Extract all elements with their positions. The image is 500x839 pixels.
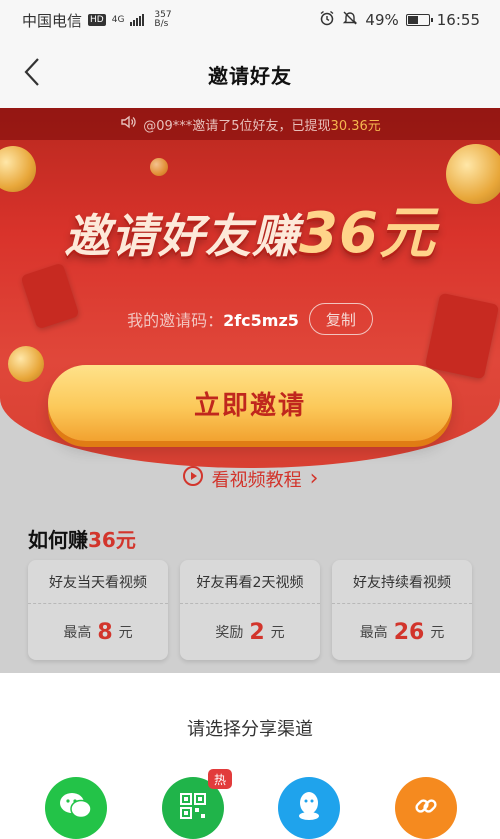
battery-fill [407,16,418,24]
coin-decoration [150,158,168,176]
ticker-bar: @09***邀请了5位好友，已提现 30.36元 [0,108,500,140]
qq-icon [296,790,322,826]
share-sheet: 请选择分享渠道 热 [0,673,500,839]
speaker-icon [119,113,137,135]
mute-icon [342,10,358,30]
earn-cards: 好友当天看视频 最高 8 元 好友再看2天视频 奖励 2 元 好友持续看视频 最… [28,560,472,660]
reward-label: 最高 [63,625,92,641]
chevron-left-icon [22,56,42,92]
clock: 16:55 [436,11,480,29]
earn-title-text: 如何赚 [28,528,88,552]
earn-card: 好友当天看视频 最高 8 元 [28,560,168,660]
ticker-amount: 30.36元 [330,118,381,134]
share-qrcode-button[interactable]: 热 [162,769,232,839]
reward-unit: 元 [430,625,445,641]
hd-badge: HD [88,14,106,26]
earn-title-amount: 36元 [88,528,136,552]
wechat-icon [58,791,94,825]
battery-percent: 49% [365,11,399,29]
reward-unit: 元 [270,625,285,641]
earn-card-reward: 最高 8 元 [28,604,168,660]
alarm-icon [319,10,335,30]
reward-label: 奖励 [215,625,244,641]
earn-card-condition: 好友再看2天视频 [180,560,320,604]
code-label-text: 我的邀请码： [127,311,224,330]
ticker-text: @09***邀请了5位好友，已提现 [143,118,331,134]
play-circle-icon [182,465,204,492]
network-type: 4G [111,15,125,25]
reward-amount: 26 [393,619,425,645]
earn-card-condition: 好友持续看视频 [332,560,472,604]
share-sheet-title: 请选择分享渠道 [187,719,313,740]
video-tutorial-link[interactable]: 看视频教程 › [0,465,500,492]
status-bar: 中国电信 HD 4G 357 B/s 49% 16:55 [0,0,500,40]
status-left: 中国电信 HD 4G 357 B/s [22,10,172,31]
page-title: 邀请好友 [208,63,292,88]
link-icon [412,792,440,824]
how-to-earn-title: 如何赚36元 [28,524,136,553]
video-link-label: 看视频教程 [211,469,302,491]
network-speed: 357 B/s [154,11,171,29]
invite-now-button[interactable]: 立即邀请 [48,365,452,441]
invite-hero: @09***邀请了5位好友，已提现 30.36元 邀请好友赚36元 我的邀请码：2… [0,108,500,673]
hot-badge: 热 [208,769,232,789]
signal-icon [130,14,145,26]
reward-label: 最高 [359,625,388,641]
reward-unit: 元 [118,625,133,641]
earn-card-reward: 最高 26 元 [332,604,472,660]
share-link-button[interactable] [395,777,457,839]
headline: 邀请好友赚36元 [0,188,500,269]
earn-card-condition: 好友当天看视频 [28,560,168,604]
invite-code-row: 我的邀请码：2fc5mz5 复制 [0,303,500,335]
earn-card: 好友再看2天视频 奖励 2 元 [180,560,320,660]
nav-bar: 邀请好友 [0,40,500,108]
headline-amount: 36元 [299,201,436,266]
invite-code-value[interactable]: 2fc5mz5 [223,311,299,330]
back-button[interactable] [14,56,50,92]
qrcode-icon [179,792,207,824]
battery-icon [405,14,433,26]
speed-unit: B/s [154,19,169,29]
earn-card: 好友持续看视频 最高 26 元 [332,560,472,660]
invite-code-label: 我的邀请码：2fc5mz5 [127,307,299,331]
chevron-right-icon: › [309,466,319,491]
share-qq-button[interactable] [278,777,340,839]
carrier-name: 中国电信 [22,11,83,30]
status-right: 49% 16:55 [319,10,480,30]
share-wechat-button[interactable] [45,777,107,839]
copy-button[interactable]: 复制 [308,303,373,335]
coin-decoration [8,346,44,382]
headline-text: 邀请好友赚 [64,209,300,263]
reward-amount: 8 [97,619,113,645]
reward-amount: 2 [249,619,265,645]
earn-card-reward: 奖励 2 元 [180,604,320,660]
